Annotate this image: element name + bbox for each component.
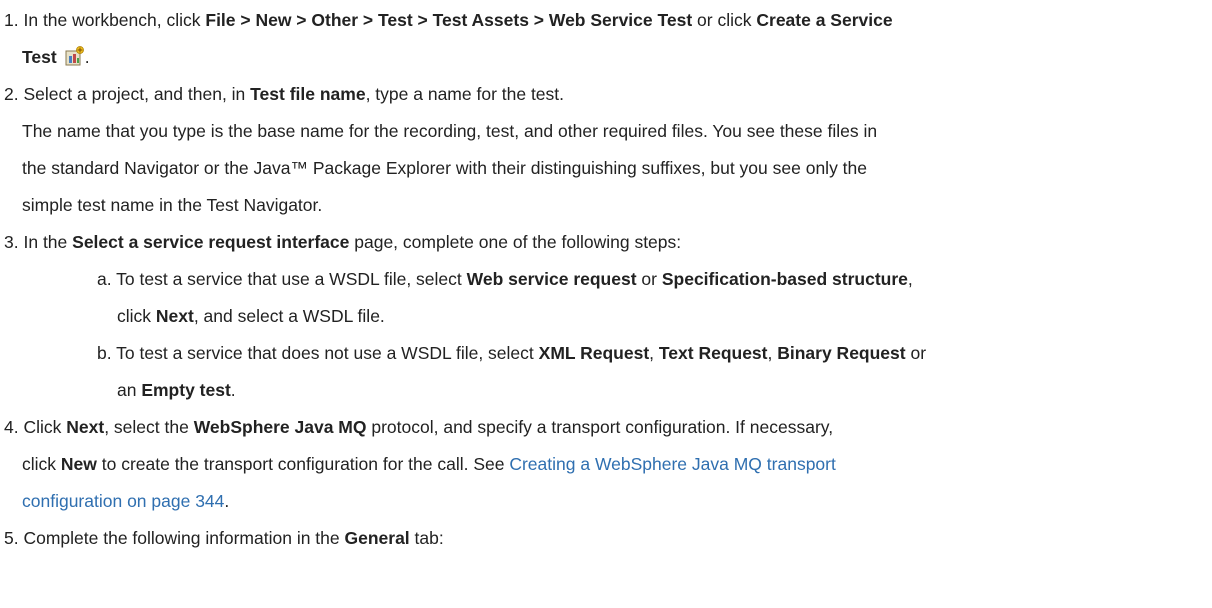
substep-a-line-2: click Next, and select a WSDL file. [117,306,385,326]
substep-b-line-2: an Empty test. [117,380,236,400]
substep-letter: a. [97,269,112,289]
step-number: 4. [4,417,19,437]
step-2-line-1: 2. Select a project, and then, in Test f… [4,84,565,104]
create-service-test-icon [63,43,85,66]
step-5-line-1: 5. Complete the following information in… [4,528,444,548]
step-2-line-2: The name that you type is the base name … [22,121,878,141]
step-number: 1. [4,10,19,30]
step-1-line-2: Test. [0,39,1212,76]
create-service-label: Create a Service [756,10,893,30]
step-number: 5. [4,528,19,548]
step-1-line-1: 1. In the workbench, click File > New > … [4,10,893,30]
step-4-line-1: 4. Click Next, select the WebSphere Java… [4,417,834,437]
step-3-line-1: 3. In the Select a service request inter… [4,232,682,252]
transport-config-link[interactable]: Creating a WebSphere Java MQ transport [509,454,836,474]
substep-letter: b. [97,343,112,363]
step-number: 2. [4,84,19,104]
step-2-line-4: simple test name in the Test Navigator. [22,195,323,215]
step-number: 3. [4,232,19,252]
procedure-document: 1. In the workbench, click File > New > … [0,0,1212,557]
step-4-line-2: click New to create the transport config… [22,454,836,474]
menu-path: File > New > Other > Test > Test Assets … [205,10,693,30]
step-2-line-3: the standard Navigator or the Java™ Pack… [22,158,868,178]
transport-config-link-continued[interactable]: configuration on page 344 [22,491,224,511]
step-4-line-3: configuration on page 344. [22,491,230,511]
substep-a-line-1: a. To test a service that use a WSDL fil… [97,269,913,289]
substep-b-line-1: b. To test a service that does not use a… [97,343,927,363]
